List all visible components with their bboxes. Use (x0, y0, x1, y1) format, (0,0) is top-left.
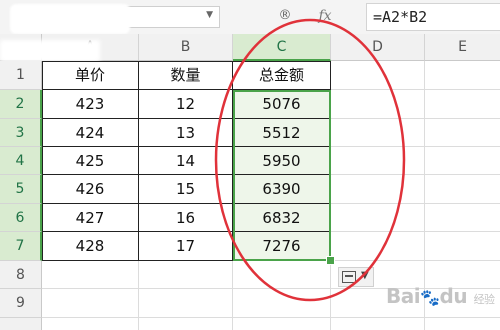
row-header-4[interactable]: 4 (0, 147, 42, 175)
row-header-3[interactable]: 3 (0, 119, 42, 147)
cell-e4[interactable] (425, 147, 500, 175)
table-cell[interactable]: 17 (139, 232, 233, 261)
table-cell[interactable]: 16 (139, 204, 233, 232)
cell-e2[interactable] (425, 90, 500, 119)
watermark-suffix: du (439, 284, 468, 308)
cell-d2[interactable] (331, 90, 425, 119)
paw-icon: 🐾 (420, 288, 440, 307)
row-header-6[interactable]: 6 (0, 204, 42, 232)
cell-d6[interactable] (331, 204, 425, 232)
row-header-5[interactable]: 5 (0, 175, 42, 204)
table-cell[interactable]: 7276 (233, 232, 331, 261)
table-cell[interactable]: 425 (42, 147, 139, 175)
cell-e6[interactable] (425, 204, 500, 232)
spreadsheet-window: C2 ▼ ® fx =A2*B2 A B C D E 1 2 3 4 5 6 7… (0, 0, 500, 330)
column-header-e[interactable]: E (425, 34, 500, 61)
formula-input[interactable]: =A2*B2 (366, 3, 500, 31)
cell-d7[interactable] (331, 232, 425, 261)
chevron-down-icon[interactable]: ▼ (206, 10, 213, 20)
cell-d4[interactable] (331, 147, 425, 175)
cell-a9[interactable] (42, 289, 139, 318)
row-header-8[interactable]: 8 (0, 261, 42, 289)
cell-b9[interactable] (139, 289, 233, 318)
column-header-c[interactable]: C (233, 34, 331, 61)
fill-handle[interactable] (326, 256, 335, 265)
function-icon[interactable]: fx (314, 6, 336, 26)
cell-e5[interactable] (425, 175, 500, 204)
cell-c10[interactable] (233, 318, 331, 330)
table-cell[interactable]: 12 (139, 90, 233, 119)
header-cell-unit-price[interactable]: 单价 (42, 61, 139, 90)
header-cell-quantity[interactable]: 数量 (139, 61, 233, 90)
formula-bar: C2 ▼ ® fx =A2*B2 (0, 0, 500, 35)
table-cell[interactable]: 423 (42, 90, 139, 119)
zoom-icon[interactable]: ® (276, 7, 294, 25)
watermark: Bai🐾du 经验 (386, 284, 500, 310)
table-cell[interactable]: 5512 (233, 119, 331, 147)
cell-c8[interactable] (233, 261, 331, 289)
table-cell[interactable]: 424 (42, 119, 139, 147)
chevron-down-icon: ▼ (361, 270, 369, 281)
table-cell[interactable]: 6390 (233, 175, 331, 204)
column-header-d[interactable]: D (331, 34, 425, 61)
quick-analysis-button[interactable]: ▼ (338, 267, 374, 287)
table-cell[interactable]: 426 (42, 175, 139, 204)
cell-e1[interactable] (425, 61, 500, 90)
cell-c9[interactable] (233, 289, 331, 318)
blurred-region (10, 4, 130, 34)
cell-d3[interactable] (331, 119, 425, 147)
row-header-2[interactable]: 2 (0, 90, 42, 119)
table-cell[interactable]: 15 (139, 175, 233, 204)
table-cell[interactable]: 14 (139, 147, 233, 175)
table-cell[interactable]: 428 (42, 232, 139, 261)
cell-d10[interactable] (331, 318, 425, 330)
column-header-b[interactable]: B (139, 34, 233, 61)
cell-e10[interactable] (425, 318, 500, 330)
cell-e3[interactable] (425, 119, 500, 147)
row-header-7[interactable]: 7 (0, 232, 42, 261)
row-header-1[interactable]: 1 (0, 61, 42, 90)
cell-e7[interactable] (425, 232, 500, 261)
quick-analysis-icon (342, 271, 356, 283)
table-cell[interactable]: 5076 (233, 90, 331, 119)
row-header-10[interactable] (0, 318, 42, 330)
blurred-region (0, 40, 100, 62)
cell-a8[interactable] (42, 261, 139, 289)
table-cell[interactable]: 427 (42, 204, 139, 232)
watermark-text: Bai (386, 284, 421, 308)
header-cell-total-amount[interactable]: 总金额 (233, 61, 331, 90)
table-cell[interactable]: 13 (139, 119, 233, 147)
row-header-9[interactable]: 9 (0, 289, 42, 318)
table-cell[interactable]: 5950 (233, 147, 331, 175)
cell-d5[interactable] (331, 175, 425, 204)
table-cell[interactable]: 6832 (233, 204, 331, 232)
cell-b10[interactable] (139, 318, 233, 330)
watermark-subtext: 经验 (473, 293, 496, 306)
cell-b8[interactable] (139, 261, 233, 289)
cell-d1[interactable] (331, 61, 425, 90)
cell-a10[interactable] (42, 318, 139, 330)
